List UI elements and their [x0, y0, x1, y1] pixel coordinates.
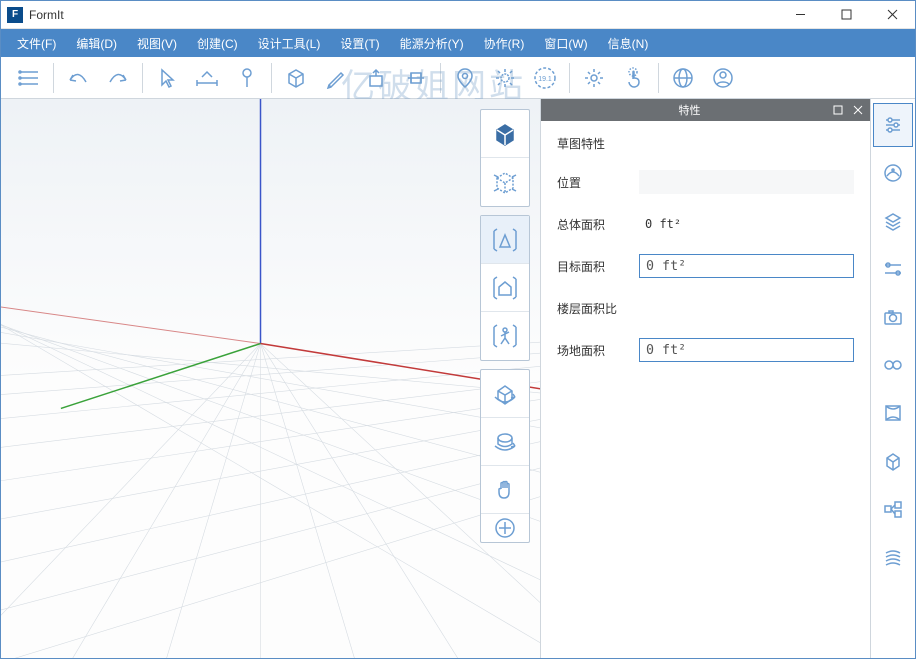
input-target-area[interactable] [639, 254, 854, 278]
menu-view[interactable]: 视图(V) [127, 29, 187, 57]
swivel-icon[interactable] [481, 418, 529, 466]
panel-section-title: 草图特性 [557, 135, 854, 152]
gear-icon[interactable] [574, 59, 614, 97]
tab-section-icon[interactable] [873, 439, 913, 483]
tab-materials-icon[interactable] [873, 151, 913, 195]
menu-design-tools[interactable]: 设计工具(L) [248, 29, 331, 57]
view-home-icon[interactable] [481, 264, 529, 312]
properties-panel: 特性 草图特性 位置 总体面积 0 ft² 目标面积 [541, 99, 871, 658]
menu-create[interactable]: 创建(C) [187, 29, 248, 57]
panel-header[interactable]: 特性 [541, 99, 870, 121]
view-walk-icon[interactable] [481, 312, 529, 360]
minimize-button[interactable] [777, 1, 823, 29]
separator [658, 63, 659, 93]
cut-tool-icon[interactable] [396, 59, 436, 97]
maximize-button[interactable] [823, 1, 869, 29]
tab-content-icon[interactable] [873, 535, 913, 579]
undo-button[interactable] [58, 59, 98, 97]
menu-collab[interactable]: 协作(R) [474, 29, 535, 57]
measure-tool-icon[interactable] [187, 59, 227, 97]
orbit-icon[interactable] [481, 370, 529, 418]
menubar: 文件(F) 编辑(D) 视图(V) 创建(C) 设计工具(L) 设置(T) 能源… [1, 29, 915, 57]
svg-text:19.1: 19.1 [538, 76, 552, 83]
window-title: FormIt [29, 8, 777, 22]
separator [53, 63, 54, 93]
value-floor-ratio [639, 296, 854, 320]
close-button[interactable] [869, 1, 915, 29]
share-icon[interactable] [663, 59, 703, 97]
menu-energy[interactable]: 能源分析(Y) [390, 29, 474, 57]
view-3d-solid-icon[interactable] [481, 110, 529, 158]
input-site-area[interactable] [639, 338, 854, 362]
grid-canvas [1, 99, 540, 658]
zoom-icon[interactable] [481, 514, 529, 542]
separator [569, 63, 570, 93]
cube-tool-icon[interactable] [276, 59, 316, 97]
list-view-icon[interactable] [9, 59, 49, 97]
view-top-icon[interactable] [481, 216, 529, 264]
draw-tool-icon[interactable] [316, 59, 356, 97]
touch-icon[interactable] [614, 59, 654, 97]
menu-info[interactable]: 信息(N) [598, 29, 659, 57]
menu-edit[interactable]: 编辑(D) [66, 29, 127, 57]
label-total-area: 总体面积 [557, 216, 629, 233]
label-site-area: 场地面积 [557, 342, 629, 359]
tab-levels-icon[interactable] [873, 247, 913, 291]
panel-popout-icon[interactable] [832, 104, 844, 116]
side-tabs [871, 99, 915, 658]
pin-tool-icon[interactable] [227, 59, 267, 97]
x-axis-neg [1, 299, 261, 344]
workarea: 特性 草图特性 位置 总体面积 0 ft² 目标面积 [1, 99, 915, 658]
viewport-3d[interactable] [1, 99, 541, 658]
label-floor-ratio: 楼层面积比 [557, 300, 629, 317]
menu-window[interactable]: 窗口(W) [534, 29, 597, 57]
tab-layers-icon[interactable] [873, 199, 913, 243]
panel-close-icon[interactable] [852, 104, 864, 116]
label-target-area: 目标面积 [557, 258, 629, 275]
panel-title: 特性 [547, 102, 832, 118]
value-location[interactable] [639, 170, 854, 194]
titlebar: F FormIt [1, 1, 915, 29]
tab-scenes-icon[interactable] [873, 391, 913, 435]
separator [271, 63, 272, 93]
view-wireframe-icon[interactable] [481, 158, 529, 206]
user-icon[interactable] [703, 59, 743, 97]
app-logo-icon: F [7, 7, 23, 23]
label-location: 位置 [557, 174, 629, 191]
sun-icon[interactable] [485, 59, 525, 97]
view-tools [480, 109, 530, 543]
tab-camera-icon[interactable] [873, 295, 913, 339]
version-badge-icon[interactable]: 19.1 [525, 59, 565, 97]
separator [440, 63, 441, 93]
tab-properties-icon[interactable] [873, 103, 913, 147]
extrude-tool-icon[interactable] [356, 59, 396, 97]
menu-settings[interactable]: 设置(T) [330, 29, 389, 57]
y-axis [61, 344, 261, 409]
select-tool-icon[interactable] [147, 59, 187, 97]
redo-button[interactable] [98, 59, 138, 97]
location-icon[interactable] [445, 59, 485, 97]
tab-visual-icon[interactable] [873, 343, 913, 387]
toolbar: 19.1 [1, 57, 915, 99]
tab-groups-icon[interactable] [873, 487, 913, 531]
menu-file[interactable]: 文件(F) [7, 29, 66, 57]
value-total-area: 0 ft² [639, 212, 854, 236]
separator [142, 63, 143, 93]
pan-icon[interactable] [481, 466, 529, 514]
